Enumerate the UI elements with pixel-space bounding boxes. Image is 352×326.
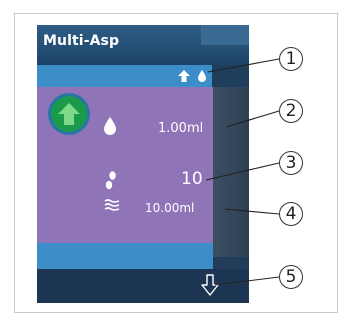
callout-4: 4 — [279, 202, 303, 226]
callout-1: 1 — [279, 47, 303, 71]
callout-5: 5 — [279, 265, 303, 289]
callout-2: 2 — [279, 99, 303, 123]
callout-3: 3 — [279, 151, 303, 175]
